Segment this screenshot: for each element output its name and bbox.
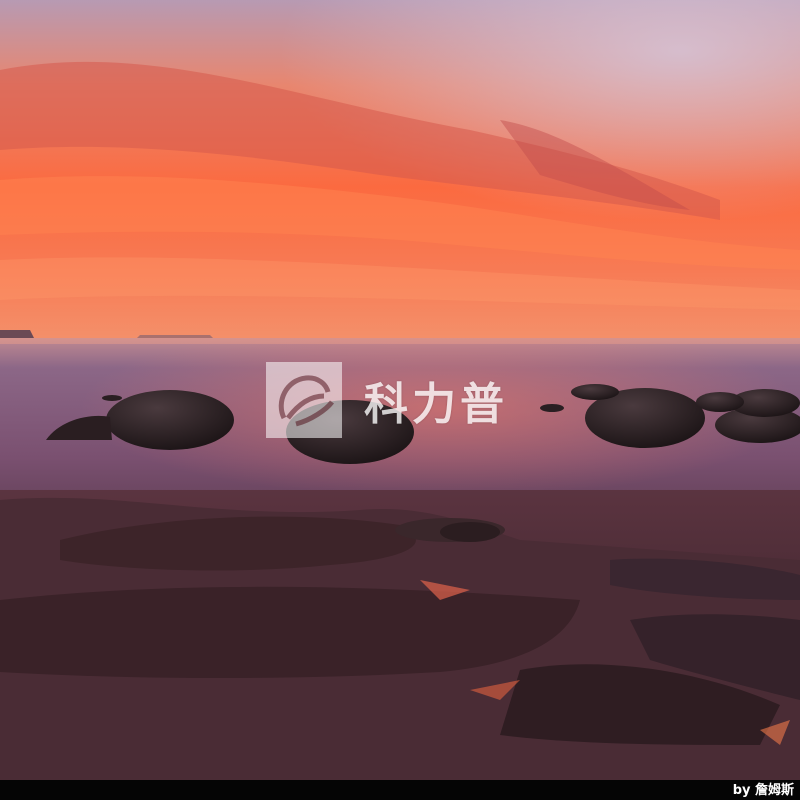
watermark: 科力普 <box>266 362 508 438</box>
watermark-text: 科力普 <box>364 379 508 430</box>
kelipu-logo-icon <box>266 362 342 438</box>
photo-credit: by 詹姆斯 <box>732 783 794 798</box>
credit-bar <box>0 780 800 800</box>
